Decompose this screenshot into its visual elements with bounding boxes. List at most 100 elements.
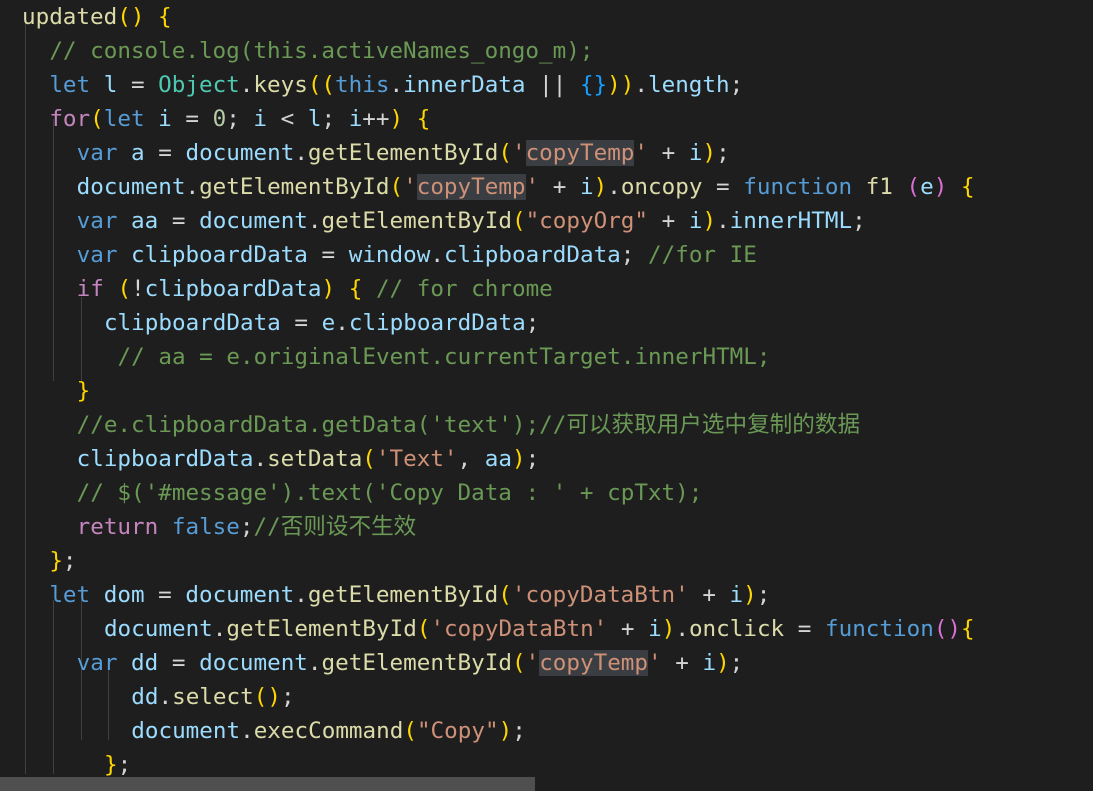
code-token: select <box>172 684 254 710</box>
code-token: var <box>76 208 118 234</box>
code-token: ; <box>280 684 295 710</box>
code-line[interactable]: } <box>0 374 1093 408</box>
highlighted-token: copyTemp <box>539 650 649 676</box>
code-line[interactable]: let l = Object.keys((this.innerData || {… <box>0 68 1093 102</box>
code-token: + <box>675 650 689 676</box>
code-token: ; <box>852 208 866 234</box>
code-token: = <box>321 242 336 268</box>
code-token: . <box>307 208 322 234</box>
code-token: ; <box>226 106 254 132</box>
code-line[interactable]: for(let i = 0; i < l; i++) { <box>0 102 1093 136</box>
code-token: { <box>348 276 363 302</box>
code-token: //否则设不生效 <box>253 514 417 540</box>
highlighted-token: copyTemp <box>525 140 635 166</box>
code-token: i <box>648 616 662 642</box>
code-token: ( <box>416 616 431 642</box>
code-token: "Copy" <box>416 718 499 744</box>
code-token: dd <box>131 650 159 676</box>
code-viewport[interactable]: updated() {// console.log(this.activeNam… <box>0 0 1093 777</box>
code-token: ) <box>702 140 717 166</box>
code-token: + <box>661 208 676 234</box>
code-token: < <box>280 106 295 132</box>
code-line[interactable]: let dom = document.getElementById('copyD… <box>0 578 1093 612</box>
code-token: innerHTML <box>729 208 853 234</box>
code-token: 'copyDataBtn' <box>511 582 689 608</box>
code-token: dom <box>103 582 145 608</box>
code-line[interactable]: var aa = document.getElementById("copyOr… <box>0 204 1093 238</box>
code-line[interactable]: var clipboardData = window.clipboardData… <box>0 238 1093 272</box>
code-line[interactable]: clipboardData = e.clipboardData; <box>0 306 1093 340</box>
code-token: clipboardData <box>348 310 526 336</box>
code-token: . <box>634 72 648 98</box>
code-token: = <box>294 310 309 336</box>
code-line[interactable]: var dd = document.getElementById('copyTe… <box>0 646 1093 680</box>
code-token: ) <box>130 4 145 30</box>
code-token: . <box>212 616 227 642</box>
code-token: . <box>239 72 254 98</box>
code-line[interactable]: var a = document.getElementById('copyTem… <box>0 136 1093 170</box>
code-token: function <box>743 174 853 200</box>
code-token: for <box>49 106 91 132</box>
code-line[interactable]: }; <box>0 748 1093 777</box>
code-token: var <box>76 242 118 268</box>
code-line[interactable]: if (!clipboardData) { // for chrome <box>0 272 1093 306</box>
code-token: return <box>76 514 159 540</box>
code-line[interactable]: // console.log(this.activeNames_ongo_m); <box>0 34 1093 68</box>
code-token: f1 <box>865 174 893 200</box>
horizontal-scrollbar-thumb[interactable] <box>0 777 535 791</box>
code-line[interactable]: }; <box>0 544 1093 578</box>
code-token: || <box>539 72 567 98</box>
code-line[interactable]: return false;//否则设不生效 <box>0 510 1093 544</box>
code-token: } <box>103 752 118 777</box>
code-token: { <box>960 174 975 200</box>
code-token: { <box>416 106 431 132</box>
code-line[interactable]: // $('#message').text('Copy Data : ' + c… <box>0 476 1093 510</box>
code-line[interactable]: dd.select(); <box>0 680 1093 714</box>
code-line[interactable]: // aa = e.originalEvent.currentTarget.in… <box>0 340 1093 374</box>
code-token: = <box>130 72 145 98</box>
code-token: = <box>185 106 199 132</box>
code-line[interactable]: updated() { <box>0 0 1093 34</box>
code-line[interactable]: document.execCommand("Copy"); <box>0 714 1093 748</box>
code-token: ! <box>131 276 145 302</box>
code-line[interactable]: clipboardData.setData('Text', aa); <box>0 442 1093 476</box>
code-line[interactable]: document.getElementById('copyTemp' + i).… <box>0 170 1093 204</box>
code-token: ++ <box>362 106 390 132</box>
code-token: getElementById <box>307 582 499 608</box>
code-token: )) <box>607 72 635 98</box>
code-token: ; <box>525 446 540 472</box>
code-token: = <box>158 582 172 608</box>
code-token: document <box>185 140 295 166</box>
code-token: ) <box>702 208 717 234</box>
code-token: document <box>76 174 186 200</box>
code-surface[interactable]: updated() {// console.log(this.activeNam… <box>0 0 1093 777</box>
code-token: getElementById <box>321 650 512 676</box>
code-token: . <box>158 684 173 710</box>
code-token: onclick <box>688 616 785 642</box>
code-line[interactable]: document.getElementById('copyDataBtn' + … <box>0 612 1093 646</box>
code-token: oncopy <box>620 174 703 200</box>
code-token: false <box>171 514 240 540</box>
horizontal-scrollbar-track[interactable] <box>0 777 1093 791</box>
code-token: i <box>688 140 703 166</box>
code-token: i <box>729 582 744 608</box>
code-token: let <box>49 72 91 98</box>
code-token: // for chrome <box>375 276 553 302</box>
code-token: ) <box>716 650 730 676</box>
code-token: ( <box>362 446 376 472</box>
code-line[interactable]: //e.clipboardData.getData('text');//可以获取… <box>0 408 1093 442</box>
code-token: = <box>158 140 172 166</box>
code-editor[interactable]: updated() {// console.log(this.activeNam… <box>0 0 1093 791</box>
